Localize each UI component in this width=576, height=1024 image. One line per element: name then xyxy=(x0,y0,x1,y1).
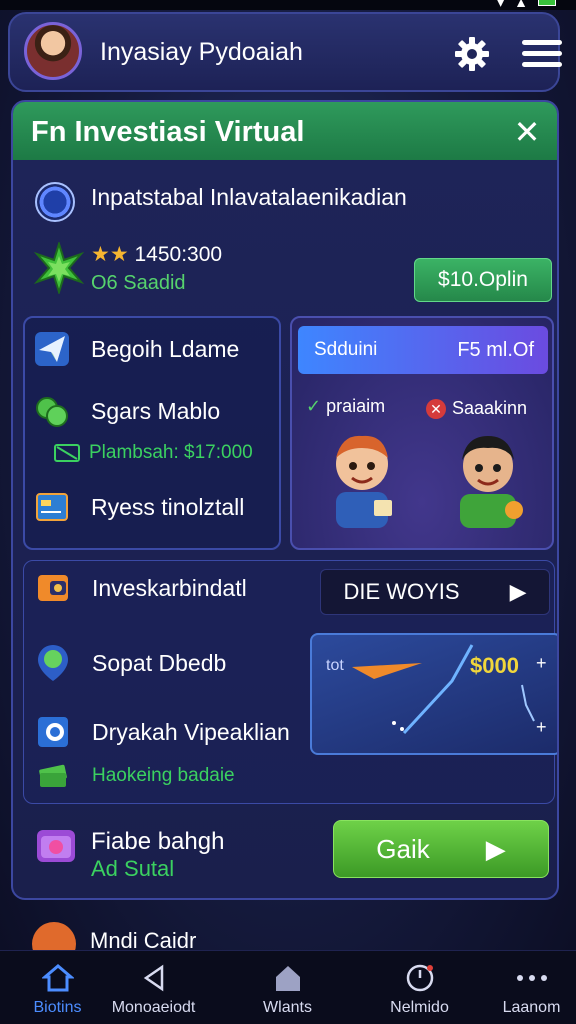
nav-item-house[interactable]: Wlants xyxy=(230,951,345,1024)
cross-icon: ✕ xyxy=(426,399,446,419)
clock-icon xyxy=(35,182,75,222)
play-arrow-icon: ▶ xyxy=(485,833,506,864)
battery-icon xyxy=(538,0,556,6)
list-item-label: Dryakah Vipeaklian xyxy=(92,718,290,745)
nav-item-time[interactable]: Nelmido xyxy=(362,951,477,1024)
modal-header: Fn Investiasi Virtual ✕ xyxy=(13,102,557,160)
list-item[interactable]: Plambsah: $17:000 xyxy=(53,442,253,464)
nav-item-back[interactable]: Monoaeiodt xyxy=(96,951,211,1024)
investment-modal: Fn Investiasi Virtual ✕ Inpatstabal Inla… xyxy=(11,100,559,900)
home-icon xyxy=(42,964,74,992)
cross-label-text: Saaakinn xyxy=(452,398,528,418)
close-button[interactable]: ✕ xyxy=(507,112,547,152)
wifi-icon: ▾ xyxy=(497,0,505,10)
list-item[interactable]: Sgars Mablo xyxy=(35,394,220,428)
list-item-label: Sopat Dbedb xyxy=(92,649,227,676)
investment-panel: Inveskarbindatl Sopat Dbedb Dryakah Vipe… xyxy=(23,560,557,804)
list-item[interactable]: Begoih Ldame xyxy=(35,332,239,366)
character-illustration-left xyxy=(336,435,392,528)
list-item[interactable]: Sopat Dbedb xyxy=(36,643,226,683)
card-icon xyxy=(36,493,68,521)
list-item-label: Sgars Mablo xyxy=(91,397,221,424)
dark-action-button[interactable]: DIE WOYIS ▶ xyxy=(320,569,550,615)
modal-title: Fn Investiasi Virtual xyxy=(31,116,305,148)
list-item[interactable]: Dryakah Vipeaklian xyxy=(36,715,290,749)
list-item-label: Ryess tinolztall xyxy=(91,493,245,520)
dark-button-label: DIE WOYIS xyxy=(343,579,460,604)
triangle-back-icon xyxy=(143,964,164,992)
list-item[interactable]: Haokeing badaie xyxy=(36,759,235,793)
play-arrow-icon: ▶ xyxy=(509,579,527,604)
info-text: Inpatstabal Inlavatalaenikadian xyxy=(91,184,407,210)
check-label: ✓ praiaim xyxy=(306,396,385,417)
comparison-bar[interactable]: Sdduini F5 ml.Of xyxy=(298,326,548,374)
check-icon: ✓ xyxy=(306,396,322,416)
list-item[interactable]: Ryess tinolztall xyxy=(35,490,244,524)
mini-chart[interactable]: tot $000 + + xyxy=(310,633,557,755)
footer-subtitle: Ad Sutal xyxy=(91,856,175,881)
money-icon xyxy=(54,444,80,462)
house-outline-icon xyxy=(276,966,300,991)
go-button-label: Gaik xyxy=(376,833,430,864)
list-item-label: Inveskarbindatl xyxy=(92,574,247,601)
chart-plus-bottom: + xyxy=(536,717,547,737)
chart-left-label: tot xyxy=(326,657,344,674)
hamburger-menu-icon[interactable] xyxy=(522,36,562,72)
nav-item-more[interactable]: Laanom xyxy=(474,951,576,1024)
check-label-text: praiaim xyxy=(326,396,386,416)
comparison-right-label: F5 ml.Of xyxy=(457,339,534,361)
go-button[interactable]: Gaik ▶ xyxy=(333,820,549,878)
chart-plus-top: + xyxy=(536,653,547,673)
camera-icon xyxy=(37,830,75,862)
nav-label: Monoaeiodt xyxy=(111,999,196,1016)
header-title: Inyasiay Pydoaiah xyxy=(100,38,303,66)
list-item-label: Haokeing badaie xyxy=(92,765,235,786)
rating-subtitle: O6 Saadid xyxy=(91,272,186,294)
coins-icon xyxy=(36,397,68,427)
list-item-label: Plambsah: $17:000 xyxy=(89,442,253,463)
clock-badge-icon xyxy=(406,964,434,992)
features-panel: Begoih Ldame Sgars Mablo Plambsah: $17:0… xyxy=(23,316,281,550)
list-item[interactable]: Inveskarbindatl xyxy=(36,571,247,605)
user-avatar[interactable] xyxy=(24,22,82,80)
cash-stack-icon xyxy=(39,764,67,787)
star-burst-icon xyxy=(33,242,85,294)
target-icon xyxy=(38,717,68,747)
rating: ★★ 1450:300 xyxy=(91,242,222,267)
chart-value: $000 xyxy=(470,653,519,678)
status-bar: ▾ ▲ xyxy=(0,0,576,10)
bottom-navigation: Biotins Monoaeiodt Wlants Nelmido Laanom xyxy=(0,950,576,1024)
list-item-label: Begoih Ldame xyxy=(91,335,240,362)
nav-label: Nelmido xyxy=(390,999,449,1016)
rating-value: 1450:300 xyxy=(134,243,223,266)
nav-label: Wlants xyxy=(263,999,312,1016)
chart-graphic xyxy=(352,644,535,735)
app-header: Inyasiay Pydoaiah xyxy=(8,12,562,92)
comparison-panel: Sdduini F5 ml.Of ✓ praiaim ✕ Saaakinn xyxy=(290,316,554,550)
location-pin-icon xyxy=(38,645,68,681)
star-rating-icon: ★★ xyxy=(91,243,129,266)
signal-icon: ▲ xyxy=(514,0,528,10)
comparison-left-label: Sdduini xyxy=(314,339,378,360)
gear-icon[interactable] xyxy=(452,34,492,74)
nav-label: Laanom xyxy=(502,999,561,1016)
cross-label: ✕ Saaakinn xyxy=(426,398,527,419)
more-dots-icon xyxy=(517,975,547,981)
wallet-icon xyxy=(38,575,68,601)
footer-label: Fiabe bahgh xyxy=(91,828,225,855)
price-button[interactable]: $10.Oplin xyxy=(414,258,552,302)
paper-plane-icon xyxy=(35,332,69,366)
character-illustration-right xyxy=(460,436,523,528)
